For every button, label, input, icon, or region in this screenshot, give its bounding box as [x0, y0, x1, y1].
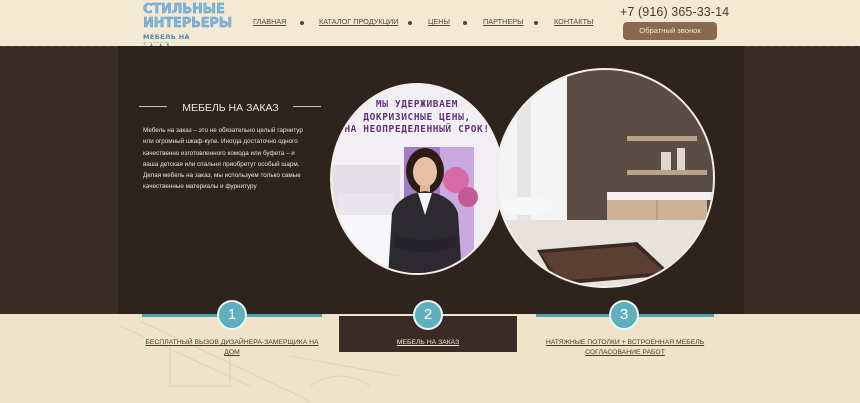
promo-line-1: МЫ УДЕРЖИВАЕМ [375, 99, 459, 110]
step-1-link[interactable]: БЕСПЛАТНЫЙ ВЫЗОВ ДИЗАЙНЕРА-ЗАМЕРЩИКА НА … [142, 338, 322, 358]
step-2-link[interactable]: МЕБЕЛЬ НА ЗАКАЗ [339, 338, 517, 348]
bathroom-illustration [497, 70, 713, 286]
nav-prices[interactable]: ЦЕНЫ [428, 17, 450, 26]
nav-partners[interactable]: ПАРТНЕРЫ [483, 17, 524, 26]
promo-line-2: ДОКРИЗИСНЫЕ ЦЕНЫ, [363, 111, 471, 123]
phone-number[interactable]: +7 (916) 365-33-14 [620, 5, 729, 19]
nav-separator-dot [463, 21, 467, 25]
callback-button[interactable]: Обратный звонок [623, 22, 717, 40]
bathroom-image-circle[interactable] [495, 68, 715, 288]
banner-description: Мебель на заказ – это не обязательно цел… [143, 127, 303, 191]
promo-image-circle[interactable]: МЫ УДЕРЖИВАЕМ ДОКРИЗИСНЫЕ ЦЕНЫ, НА НЕОПР… [330, 83, 504, 275]
step-3-number: 3 [609, 300, 639, 330]
logo-line-2: ИНТЕРЬЕРЫ [143, 16, 233, 31]
nav-home[interactable]: ГЛАВНАЯ [253, 17, 286, 26]
logo-line-1: СТИЛЬНЫЕ [143, 2, 225, 17]
nav-separator-dot [408, 21, 412, 25]
promo-headline: МЫ УДЕРЖИВАЕМ ДОКРИЗИСНЫЕ ЦЕНЫ, НА НЕОПР… [332, 99, 502, 137]
site-logo[interactable]: СТИЛЬНЫЕ ИНТЕРЬЕРЫ МЕБЕЛЬ НА ЗАКАЗ [143, 2, 233, 49]
nav-contacts[interactable]: КОНТАКТЫ [554, 17, 593, 26]
banner-title: МЕБЕЛЬ НА ЗАКАЗ [182, 102, 279, 114]
step-1-number: 1 [217, 300, 247, 330]
step-3-link[interactable]: НАТЯЖНЫЕ ПОТОЛКИ + ВСТРОЕННАЯ МЕБЕЛЬ СОГ… [536, 338, 714, 358]
nav-separator-dot [534, 21, 538, 25]
step-2-number: 2 [413, 300, 443, 330]
site-header: СТИЛЬНЫЕ ИНТЕРЬЕРЫ МЕБЕЛЬ НА ЗАКАЗ ГЛАВН… [0, 0, 860, 49]
promo-line-3: НА НЕОПРЕДЕЛЕННЫЙ СРОК! [344, 124, 490, 135]
nav-separator-dot [300, 21, 304, 25]
nav-catalog[interactable]: КАТАЛОГ ПРОДУКЦИИ [319, 17, 399, 26]
